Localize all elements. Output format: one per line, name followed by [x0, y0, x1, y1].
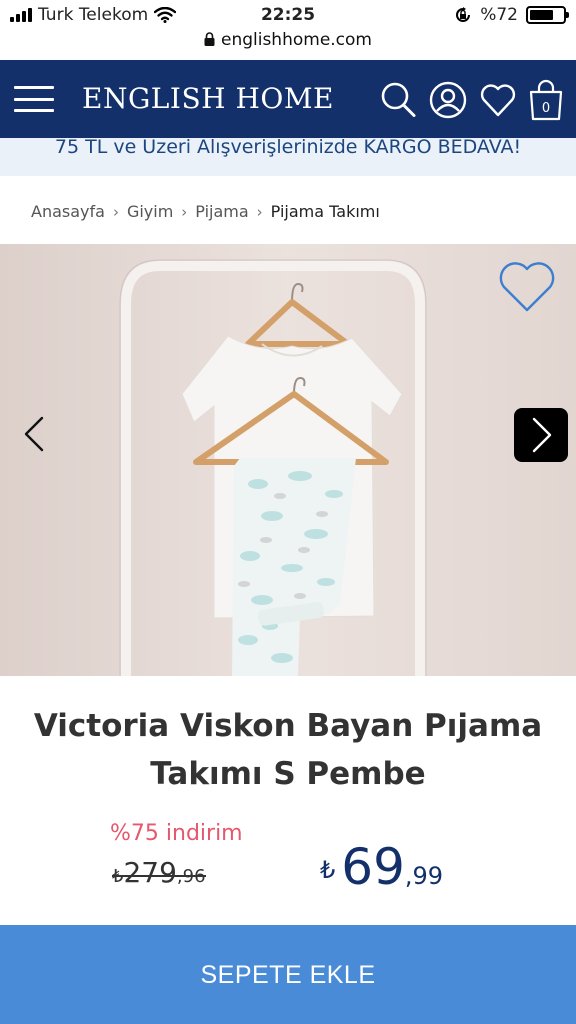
product-title: Victoria Viskon Bayan Pıjama Takımı S Pe… [0, 702, 576, 798]
status-bar: Turk Telekom 22:25 %72 [0, 0, 576, 32]
product-photo [0, 244, 576, 676]
user-icon[interactable] [428, 80, 468, 120]
url-text[interactable]: englishhome.com [221, 30, 372, 50]
status-right: %72 [454, 5, 569, 25]
add-to-cart-button[interactable]: SEPETE EKLE [0, 925, 576, 1024]
promo-text[interactable]: 75 TL ve Üzeri Alışverişlerinizde KARGO … [55, 138, 521, 158]
site-logo[interactable]: ENGLISH HOME [82, 82, 334, 115]
search-icon[interactable] [378, 80, 418, 120]
battery-icon [526, 6, 569, 24]
battery-percent: %72 [480, 5, 518, 25]
cart-count: 0 [542, 101, 550, 116]
chevron-right-icon: › [181, 202, 188, 221]
site-header: ENGLISH HOME 0 [0, 60, 576, 138]
menu-icon[interactable] [14, 86, 54, 112]
discount-label: %75 indirim [110, 821, 243, 846]
product-title-line1: Victoria Viskon Bayan Pıjama [33, 708, 543, 744]
heart-icon[interactable] [478, 80, 518, 120]
breadcrumb: Anasayfa › Giyim › Pijama › Pijama Takım… [31, 202, 380, 221]
chevron-left-icon[interactable] [14, 412, 54, 456]
heart-outline-icon[interactable] [497, 258, 557, 314]
breadcrumb-item-anasayfa[interactable]: Anasayfa [31, 202, 105, 221]
url-bar[interactable]: englishhome.com [0, 30, 576, 60]
chevron-right-icon: › [256, 202, 263, 221]
strikethrough-line [112, 875, 206, 877]
breadcrumb-item-giyim[interactable]: Giyim [127, 202, 173, 221]
breadcrumb-item-current: Pijama Takımı [270, 202, 380, 221]
old-price: ₺279,96 [112, 856, 206, 889]
chevron-right-icon [532, 417, 552, 453]
cart-icon[interactable]: 0 [526, 78, 566, 122]
new-price: ₺ 69,99 [320, 838, 443, 896]
breadcrumb-item-pijama[interactable]: Pijama [195, 202, 248, 221]
promo-banner[interactable]: 75 TL ve Üzeri Alışverişlerinizde KARGO … [0, 138, 576, 176]
product-image[interactable] [0, 244, 576, 676]
next-image-button[interactable] [514, 408, 568, 462]
lock-icon [204, 32, 215, 46]
old-price-integer: 279 [123, 856, 177, 889]
product-title-line2: Takımı S Pembe [150, 756, 426, 792]
chevron-right-icon: › [112, 202, 119, 221]
new-price-decimal: ,99 [404, 862, 444, 890]
new-price-integer: 69 [341, 838, 405, 896]
orientation-lock-icon [456, 7, 471, 22]
new-price-currency: ₺ [320, 856, 336, 884]
